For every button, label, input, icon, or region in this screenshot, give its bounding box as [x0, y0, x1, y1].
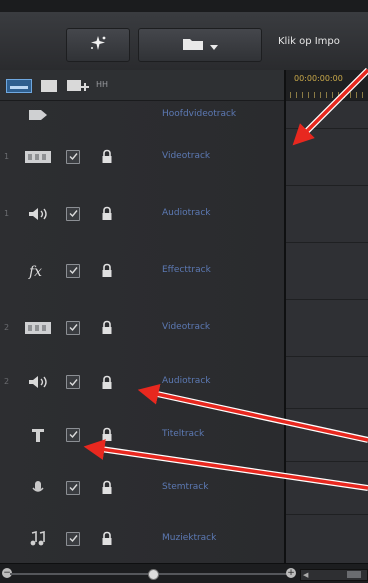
video-editor-window: Klik op Impo HH 00:00:00:00 Hoofdvideotr…: [0, 0, 368, 583]
track-row[interactable]: Muziektrack: [0, 514, 284, 564]
timeline-track-lane[interactable]: [286, 101, 368, 129]
folder-icon: [182, 36, 204, 55]
timeline-track-lane[interactable]: [286, 128, 368, 186]
timeline-track-lane[interactable]: [286, 514, 368, 564]
timeline-track-lane[interactable]: [286, 356, 368, 409]
bottom-bar: − + ◀: [0, 563, 368, 583]
checkmark-icon: [69, 378, 78, 386]
lock-icon: [102, 263, 112, 277]
sparkle-icon: [88, 35, 108, 55]
track-number: 1: [4, 208, 10, 218]
track-row[interactable]: 2 Audiotrack: [0, 356, 284, 409]
track-lock-button[interactable]: [100, 480, 114, 496]
checkmark-icon: [69, 535, 78, 543]
track-row[interactable]: Titeltrack: [0, 408, 284, 462]
timeline-view-icon[interactable]: [6, 78, 32, 93]
storyboard-view-icon[interactable]: [40, 78, 58, 92]
horizontal-scrollbar[interactable]: ◀: [300, 569, 368, 581]
track-enable-checkbox[interactable]: [66, 427, 80, 442]
film-strip-icon: [18, 105, 58, 125]
speaker-icon: [18, 372, 58, 392]
timeline-track-lane[interactable]: [286, 408, 368, 462]
ruler-timecode: 00:00:00:00: [294, 74, 343, 83]
track-enable-checkbox[interactable]: [66, 531, 80, 546]
track-label: Effecttrack: [162, 264, 211, 275]
track-row[interactable]: 1 Audiotrack: [0, 185, 284, 243]
track-lock-button[interactable]: [100, 374, 114, 390]
track-enable-checkbox[interactable]: [66, 375, 80, 389]
track-enable-checkbox[interactable]: [66, 149, 80, 164]
track-enable-checkbox[interactable]: [66, 480, 80, 495]
track-label: Audiotrack: [162, 207, 211, 218]
open-folder-button[interactable]: [138, 28, 262, 62]
lock-icon: [102, 375, 112, 389]
lock-icon: [102, 427, 112, 441]
track-number: 2: [4, 322, 10, 332]
checkmark-icon: [69, 210, 78, 218]
track-lock-button[interactable]: [100, 206, 114, 222]
track-lock-button[interactable]: [100, 320, 114, 336]
checkmark-icon: [69, 267, 78, 275]
microphone-icon: [18, 478, 58, 498]
track-label: Hoofdvideotrack: [162, 108, 237, 119]
video-track-icon: [18, 318, 58, 338]
track-header-panel: Hoofdvideotrack 1 Videotrack 1 Audiotrack fx E…: [0, 101, 284, 564]
track-number: 1: [4, 151, 10, 161]
timeline-track-lane[interactable]: [286, 299, 368, 357]
lock-icon: [102, 320, 112, 334]
add-track-icon[interactable]: [66, 78, 90, 92]
track-lock-button[interactable]: [100, 531, 114, 547]
track-lock-button[interactable]: [100, 427, 114, 443]
checkmark-icon: [69, 153, 78, 161]
track-row[interactable]: 1 Videotrack: [0, 128, 284, 186]
lock-icon: [102, 206, 112, 220]
track-enable-checkbox[interactable]: [66, 263, 80, 278]
fx-icon: fx: [18, 261, 58, 281]
track-label: Videotrack: [162, 150, 211, 161]
timeline-area[interactable]: [286, 101, 368, 564]
video-track-icon: [18, 147, 58, 167]
zoom-in-button[interactable]: +: [286, 568, 296, 578]
music-note-icon: [18, 529, 58, 549]
track-number: 2: [4, 377, 10, 386]
checkmark-icon: [69, 431, 78, 439]
track-enable-checkbox[interactable]: [66, 206, 80, 221]
playhead-divider[interactable]: [284, 70, 286, 565]
track-label: Titeltrack: [162, 428, 205, 439]
timeline-ruler[interactable]: 00:00:00:00: [284, 70, 368, 100]
checkmark-icon: [69, 324, 78, 332]
toolbar: Klik op Impo: [0, 12, 368, 71]
track-lock-button[interactable]: [100, 263, 114, 279]
timeline-track-lane[interactable]: [286, 461, 368, 515]
effects-button[interactable]: [66, 28, 130, 62]
track-label: Muziektrack: [162, 532, 217, 543]
checkmark-icon: [69, 484, 78, 492]
timeline-track-lane[interactable]: [286, 185, 368, 243]
track-label: Audiotrack: [162, 376, 211, 386]
ruler-ticks: [284, 92, 368, 98]
timeline-track-lane[interactable]: [286, 242, 368, 300]
track-label: Stemtrack: [162, 481, 209, 492]
track-row[interactable]: 2 Videotrack: [0, 299, 284, 357]
import-hint-text: Klik op Impo: [278, 36, 340, 47]
lock-icon: [102, 149, 112, 163]
chevron-down-icon: [210, 36, 218, 55]
track-lock-button[interactable]: [100, 149, 114, 165]
strip-extra-label: HH: [96, 80, 109, 89]
track-row[interactable]: Hoofdvideotrack: [0, 101, 284, 129]
title-t-icon: [18, 425, 58, 445]
track-row[interactable]: fx Effecttrack: [0, 242, 284, 300]
zoom-slider-knob[interactable]: [148, 569, 159, 580]
lock-icon: [102, 480, 112, 494]
scrollbar-thumb[interactable]: [347, 571, 361, 578]
track-row[interactable]: Stemtrack: [0, 461, 284, 515]
svg-text:fx: fx: [28, 264, 42, 279]
speaker-icon: [18, 204, 58, 224]
lock-icon: [102, 531, 112, 545]
scroll-left-icon[interactable]: ◀: [303, 571, 308, 579]
track-label: Videotrack: [162, 321, 211, 332]
track-enable-checkbox[interactable]: [66, 320, 80, 335]
